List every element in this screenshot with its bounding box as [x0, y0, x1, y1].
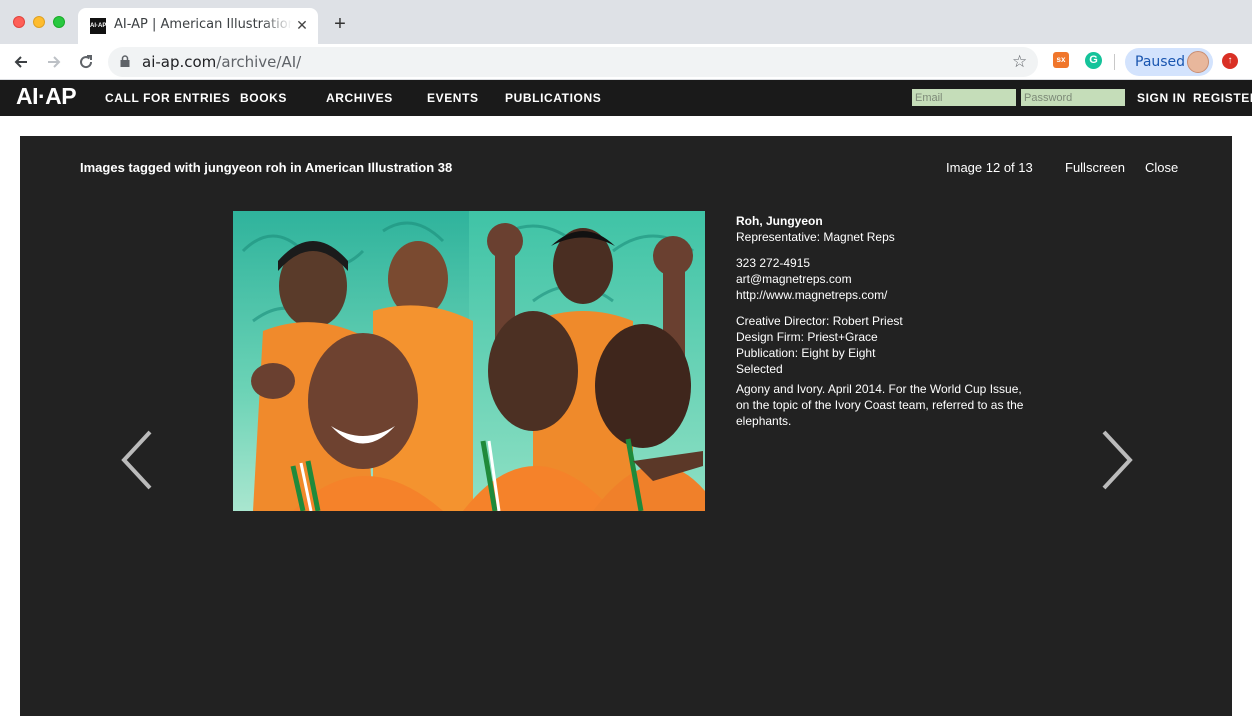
close-window-button[interactable]: [13, 16, 25, 28]
bookmark-star-icon[interactable]: ☆: [1012, 51, 1027, 73]
toolbar-divider: [1114, 54, 1115, 70]
representative: Representative: Magnet Reps: [736, 230, 895, 244]
publication: Publication: Eight by Eight: [736, 346, 876, 360]
sign-in-link[interactable]: SIGN IN: [1137, 91, 1186, 105]
fullscreen-button[interactable]: Fullscreen: [1065, 160, 1125, 175]
back-arrow-icon[interactable]: [9, 50, 33, 74]
tab-title: AI-AP | American Illustration -: [114, 17, 292, 32]
selection-status: Selected: [736, 362, 783, 376]
extension-icon[interactable]: sx: [1053, 52, 1069, 68]
nav-events[interactable]: EVENTS: [427, 91, 479, 105]
previous-image-chevron-left-icon[interactable]: [118, 428, 158, 492]
url-text: ai-ap.com/archive/AI/: [142, 53, 301, 71]
artist-name: Roh, Jungyeon: [736, 214, 823, 228]
reload-icon[interactable]: [74, 50, 98, 74]
update-arrow-icon[interactable]: ↑: [1222, 53, 1238, 69]
lock-icon: [120, 55, 130, 67]
site-header: AI·AP CALL FOR ENTRIES BOOKS ARCHIVES EV…: [0, 80, 1252, 116]
email-link[interactable]: art@magnetreps.com: [736, 271, 1026, 287]
forward-arrow-icon[interactable]: [42, 50, 66, 74]
design-firm: Design Firm: Priest+Grace: [736, 330, 878, 344]
maximize-window-button[interactable]: [53, 16, 65, 28]
password-field[interactable]: [1021, 89, 1125, 106]
register-link[interactable]: REGISTER: [1193, 91, 1252, 105]
browser-tab-active[interactable]: AI·AP AI-AP | American Illustration - ✕: [78, 8, 318, 44]
grammarly-extension-icon[interactable]: G: [1085, 52, 1102, 69]
nav-books[interactable]: BOOKS: [240, 91, 287, 105]
profile-avatar: [1187, 51, 1209, 73]
address-bar[interactable]: ai-ap.com/archive/AI/ ☆: [108, 47, 1038, 77]
site-favicon-icon: AI·AP: [90, 18, 106, 34]
next-image-chevron-right-icon[interactable]: [1096, 428, 1136, 492]
illustration-image: [233, 211, 705, 511]
url-path: /archive/AI/: [216, 53, 302, 71]
url-host: ai-ap.com: [142, 53, 217, 71]
lightbox-heading: Images tagged with jungyeon roh in Ameri…: [80, 160, 453, 175]
image-lightbox: Images tagged with jungyeon roh in Ameri…: [20, 136, 1232, 716]
nav-publications[interactable]: PUBLICATIONS: [505, 91, 601, 105]
browser-tab-bar: AI·AP AI-AP | American Illustration - ✕ …: [0, 0, 1252, 44]
site-logo[interactable]: AI·AP: [16, 83, 77, 110]
tab-close-icon[interactable]: ✕: [294, 17, 310, 33]
nav-call-for-entries[interactable]: CALL FOR ENTRIES: [105, 91, 230, 105]
close-button[interactable]: Close: [1145, 160, 1178, 175]
minimize-window-button[interactable]: [33, 16, 45, 28]
profile-button[interactable]: Paused: [1125, 48, 1213, 76]
email-field[interactable]: [912, 89, 1016, 106]
image-counter: Image 12 of 13: [946, 160, 1033, 175]
browser-toolbar: ai-ap.com/archive/AI/ ☆ sx G Paused ↑: [0, 44, 1252, 80]
profile-status-label: Paused: [1135, 54, 1186, 70]
new-tab-plus-icon[interactable]: +: [330, 14, 350, 34]
nav-archives[interactable]: ARCHIVES: [326, 91, 393, 105]
phone: 323 272-4915: [736, 256, 811, 270]
creative-director: Creative Director: Robert Priest: [736, 314, 903, 328]
website-link[interactable]: http://www.magnetreps.com/: [736, 287, 1026, 303]
image-caption: Agony and Ivory. April 2014. For the Wor…: [736, 382, 1024, 428]
image-details: Roh, Jungyeon Representative: Magnet Rep…: [736, 213, 1026, 429]
